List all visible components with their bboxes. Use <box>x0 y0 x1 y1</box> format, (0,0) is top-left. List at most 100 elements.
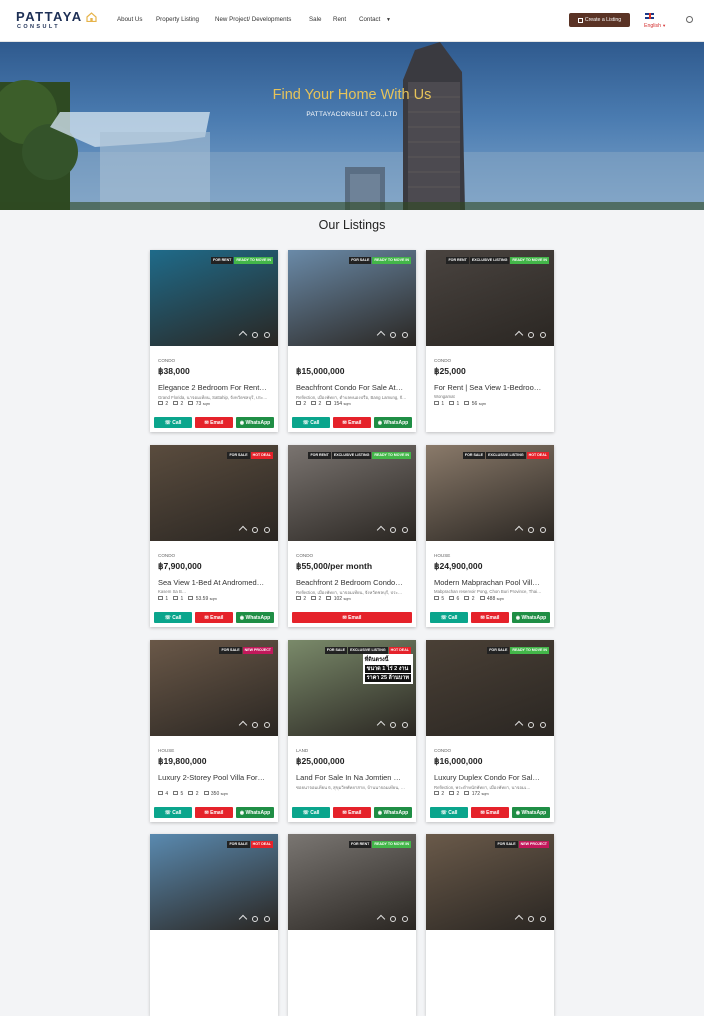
listing-card[interactable]: FOR SALE NEW PROJECT HOUSE ฿19,800,000 Luxur… <box>150 640 278 822</box>
user-icon[interactable] <box>686 16 693 23</box>
whatsapp-button[interactable]: ◉ WhatsApp <box>236 612 274 623</box>
call-button[interactable]: ☏ Call <box>154 807 192 818</box>
listing-title[interactable]: Elegance 2 Bedroom For Rent… <box>158 383 272 392</box>
call-button[interactable]: ☏ Call <box>292 807 330 818</box>
whatsapp-button[interactable]: ◉ WhatsApp <box>374 807 412 818</box>
create-listing-button[interactable]: Create a Listing <box>569 13 630 27</box>
heart-icon[interactable] <box>390 332 396 338</box>
expand-icon[interactable] <box>376 525 386 535</box>
compare-icon[interactable] <box>264 527 270 533</box>
listing-title[interactable]: Land For Sale In Na Jomtien … <box>296 773 410 782</box>
whatsapp-button[interactable]: ◉ WhatsApp <box>236 807 274 818</box>
email-button[interactable]: ✉ Email <box>471 807 509 818</box>
listing-card[interactable]: FOR SALE HOT DEAL CONDO ฿7,900,000 Sea View … <box>150 445 278 627</box>
heart-icon[interactable] <box>252 722 258 728</box>
expand-icon[interactable] <box>238 525 248 535</box>
email-button[interactable]: ✉ Email <box>292 612 412 623</box>
compare-icon[interactable] <box>540 527 546 533</box>
listing-photo[interactable]: FOR RENT EXCLUSIVE LISTING READY TO MOVE I… <box>426 250 554 346</box>
listing-photo[interactable]: FOR SALE HOT DEAL <box>150 445 278 541</box>
listing-photo[interactable]: FOR RENT READY TO MOVE IN <box>150 250 278 346</box>
listing-photo[interactable]: FOR SALE NEW PROJECT <box>426 834 554 930</box>
compare-icon[interactable] <box>540 332 546 338</box>
listing-title[interactable]: Luxury Duplex Condo For Sal… <box>434 773 548 782</box>
listing-card[interactable]: FOR RENT EXCLUSIVE LISTING READY TO MOVE I… <box>288 445 416 627</box>
call-button[interactable]: ☏ Call <box>430 612 468 623</box>
whatsapp-button[interactable]: ◉ WhatsApp <box>512 612 550 623</box>
listing-title[interactable]: Sea View 1-Bed At Andromed… <box>158 578 272 587</box>
expand-icon[interactable] <box>238 720 248 730</box>
compare-icon[interactable] <box>540 916 546 922</box>
heart-icon[interactable] <box>252 916 258 922</box>
listing-photo[interactable]: ที่ดินตรงนี้ ขนาด 1 ไร่ 2 งาน ราคา 25 ล้าน… <box>288 640 416 736</box>
heart-icon[interactable] <box>252 527 258 533</box>
compare-icon[interactable] <box>402 332 408 338</box>
call-button[interactable]: ☏ Call <box>292 417 330 428</box>
call-button[interactable]: ☏ Call <box>154 612 192 623</box>
listing-photo[interactable]: FOR SALE NEW PROJECT <box>150 640 278 736</box>
listing-title[interactable]: Luxury 2-Storey Pool Villa For… <box>158 773 272 782</box>
email-button[interactable]: ✉ Email <box>333 807 371 818</box>
heart-icon[interactable] <box>528 332 534 338</box>
expand-icon[interactable] <box>514 525 524 535</box>
listing-card[interactable]: FOR SALE READY TO MOVE IN CONDO ฿16,000,000… <box>426 640 554 822</box>
listing-photo[interactable]: FOR RENT READY TO MOVE IN <box>288 834 416 930</box>
compare-icon[interactable] <box>264 916 270 922</box>
listing-card[interactable]: FOR RENT EXCLUSIVE LISTING READY TO MOVE I… <box>426 250 554 432</box>
compare-icon[interactable] <box>264 332 270 338</box>
compare-icon[interactable] <box>264 722 270 728</box>
listing-title[interactable]: For Rent | Sea View 1-Bedroo… <box>434 383 548 392</box>
email-button[interactable]: ✉ Email <box>195 807 233 818</box>
compare-icon[interactable] <box>402 916 408 922</box>
listing-title[interactable]: Beachfront Condo For Sale At… <box>296 383 410 392</box>
nav-about-us[interactable]: About Us <box>117 16 142 23</box>
whatsapp-button[interactable]: ◉ WhatsApp <box>512 807 550 818</box>
expand-icon[interactable] <box>376 914 386 924</box>
listing-card[interactable]: FOR RENT READY TO MOVE IN CONDO ฿38,000 Eleg… <box>150 250 278 432</box>
expand-icon[interactable] <box>238 330 248 340</box>
whatsapp-button[interactable]: ◉ WhatsApp <box>374 417 412 428</box>
heart-icon[interactable] <box>528 722 534 728</box>
email-button[interactable]: ✉ Email <box>195 417 233 428</box>
call-button[interactable]: ☏ Call <box>430 807 468 818</box>
listing-photo[interactable]: FOR SALE READY TO MOVE IN <box>288 250 416 346</box>
compare-icon[interactable] <box>402 722 408 728</box>
listing-photo[interactable]: FOR RENT EXCLUSIVE LISTING READY TO MOVE I… <box>288 445 416 541</box>
listing-card[interactable]: FOR RENT READY TO MOVE IN <box>288 834 416 1016</box>
listing-photo[interactable]: FOR SALE EXCLUSIVE LISTING HOT DEAL <box>426 445 554 541</box>
heart-icon[interactable] <box>390 722 396 728</box>
email-button[interactable]: ✉ Email <box>471 612 509 623</box>
listing-photo[interactable]: FOR SALE READY TO MOVE IN <box>426 640 554 736</box>
listing-title[interactable]: Modern Mabprachan Pool Vill… <box>434 578 548 587</box>
nav-property-listing[interactable]: Property Listing <box>156 16 199 23</box>
nav-sale[interactable]: Sale <box>309 16 321 23</box>
chevron-down-icon[interactable]: ▼ <box>386 17 391 23</box>
listing-card[interactable]: ที่ดินตรงนี้ ขนาด 1 ไร่ 2 งาน ราคา 25 ล้าน… <box>288 640 416 822</box>
whatsapp-button[interactable]: ◉ WhatsApp <box>236 417 274 428</box>
nav-new-project[interactable]: New Project/ Developments <box>215 16 291 23</box>
listing-card[interactable]: FOR SALE EXCLUSIVE LISTING HOT DEAL HOUSE ฿2… <box>426 445 554 627</box>
heart-icon[interactable] <box>528 916 534 922</box>
compare-icon[interactable] <box>540 722 546 728</box>
email-button[interactable]: ✉ Email <box>333 417 371 428</box>
nav-contact[interactable]: Contact <box>359 16 380 23</box>
expand-icon[interactable] <box>238 914 248 924</box>
listing-card[interactable]: FOR SALE NEW PROJECT <box>426 834 554 1016</box>
heart-icon[interactable] <box>252 332 258 338</box>
expand-icon[interactable] <box>514 914 524 924</box>
expand-icon[interactable] <box>514 720 524 730</box>
call-button[interactable]: ☏ Call <box>154 417 192 428</box>
expand-icon[interactable] <box>376 720 386 730</box>
language-selector[interactable]: English ▼ <box>644 13 674 31</box>
expand-icon[interactable] <box>376 330 386 340</box>
heart-icon[interactable] <box>528 527 534 533</box>
compare-icon[interactable] <box>402 527 408 533</box>
listing-card[interactable]: FOR SALE HOT DEAL <box>150 834 278 1016</box>
listing-photo[interactable]: FOR SALE HOT DEAL <box>150 834 278 930</box>
expand-icon[interactable] <box>514 330 524 340</box>
listing-title[interactable]: Beachfront 2 Bedroom Condo… <box>296 578 410 587</box>
logo[interactable]: PATTAYA CONSULT <box>16 10 98 34</box>
heart-icon[interactable] <box>390 527 396 533</box>
listing-card[interactable]: FOR SALE READY TO MOVE IN ฿15,000,000 Beach… <box>288 250 416 432</box>
nav-rent[interactable]: Rent <box>333 16 346 23</box>
